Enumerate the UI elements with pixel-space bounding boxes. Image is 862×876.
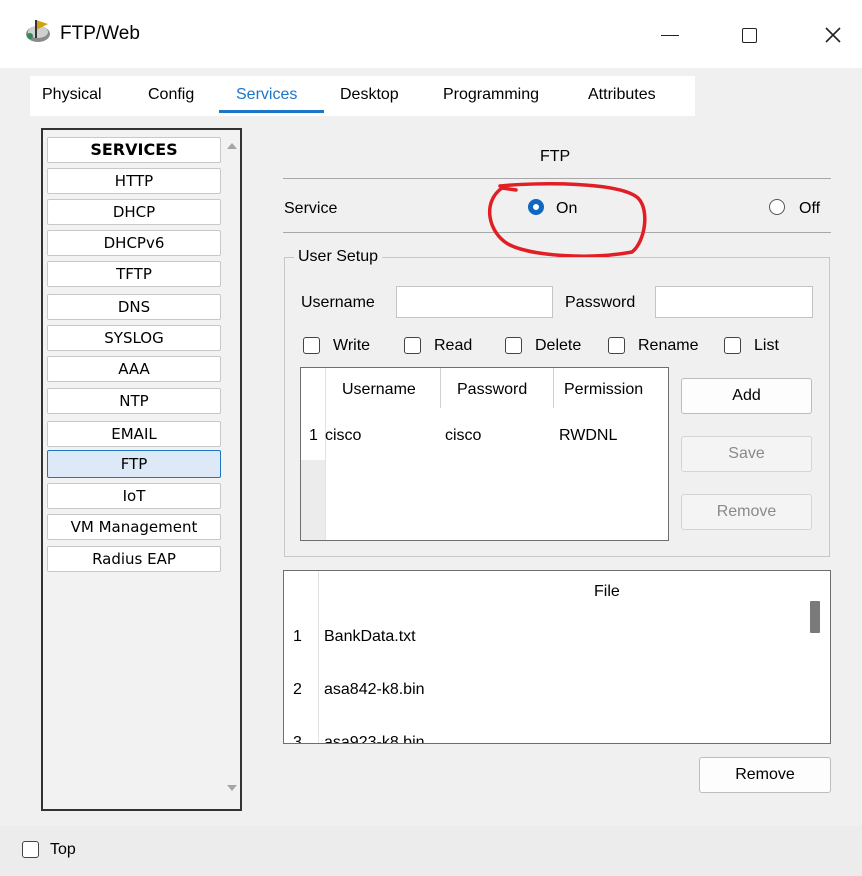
table-row[interactable]: 1 cisco cisco RWDNL <box>309 426 664 450</box>
divider <box>553 368 554 408</box>
active-tab-indicator <box>219 110 324 113</box>
service-label: Service <box>284 200 338 217</box>
file-row[interactable]: 1 BankData.txt <box>284 626 799 652</box>
tab-services[interactable]: Services <box>236 86 297 104</box>
service-item-iot[interactable]: IoT <box>47 483 221 509</box>
minimize-icon <box>661 34 679 36</box>
services-header: SERVICES <box>47 137 221 163</box>
server-icon <box>26 20 50 42</box>
service-item-http[interactable]: HTTP <box>47 168 221 194</box>
top-checkbox[interactable] <box>22 841 39 858</box>
ftp-heading: FTP <box>540 148 571 165</box>
file-index: 1 <box>293 628 302 645</box>
tab-config[interactable]: Config <box>148 86 194 104</box>
service-item-email[interactable]: EMAIL <box>47 421 221 447</box>
close-icon <box>825 27 841 43</box>
file-list: File 1 BankData.txt 2 asa842-k8.bin 3 as… <box>283 570 831 744</box>
maximize-icon <box>741 27 757 43</box>
service-item-tftp[interactable]: TFTP <box>47 261 221 287</box>
file-name: asa842-k8.bin <box>324 681 425 698</box>
cell-password: cisco <box>445 427 482 444</box>
service-off-radio[interactable] <box>769 199 785 215</box>
service-item-syslog[interactable]: SYSLOG <box>47 325 221 351</box>
annotation-circle <box>487 182 647 258</box>
tab-bar: Physical Config Services Desktop Program… <box>30 76 695 116</box>
row-index: 1 <box>309 427 318 444</box>
window-title: FTP/Web <box>60 23 140 44</box>
minimize-button[interactable] <box>650 18 690 52</box>
footer <box>0 826 862 876</box>
column-header-permission[interactable]: Permission <box>564 381 643 399</box>
divider <box>440 368 441 408</box>
file-index: 3 <box>293 734 302 744</box>
divider <box>318 571 319 743</box>
tab-desktop[interactable]: Desktop <box>340 86 399 104</box>
file-index: 2 <box>293 681 302 698</box>
service-item-aaa[interactable]: AAA <box>47 356 221 382</box>
file-list-scrollbar-thumb[interactable] <box>810 601 820 633</box>
service-off-label: Off <box>799 200 821 217</box>
file-row[interactable]: 2 asa842-k8.bin <box>284 679 799 705</box>
column-header-file[interactable]: File <box>594 583 620 601</box>
user-setup-legend: User Setup <box>294 248 383 266</box>
scroll-up-icon[interactable] <box>224 138 240 154</box>
remove-file-button[interactable]: Remove <box>699 757 831 793</box>
rename-checkbox[interactable] <box>608 337 625 354</box>
service-item-radius-eap[interactable]: Radius EAP <box>47 546 221 572</box>
cell-username: cisco <box>325 427 362 444</box>
service-item-dhcpv6[interactable]: DHCPv6 <box>47 230 221 256</box>
username-label: Username <box>301 294 375 311</box>
delete-label: Delete <box>535 337 582 354</box>
username-input[interactable] <box>396 286 553 318</box>
tab-programming[interactable]: Programming <box>443 86 539 104</box>
maximize-button[interactable] <box>729 18 769 52</box>
tab-attributes[interactable]: Attributes <box>588 86 656 104</box>
divider <box>283 178 831 179</box>
file-name: BankData.txt <box>324 628 416 645</box>
divider <box>325 368 326 540</box>
service-item-ftp[interactable]: FTP <box>47 450 221 478</box>
cell-permission: RWDNL <box>559 427 618 444</box>
top-label: Top <box>50 841 76 858</box>
column-header-password[interactable]: Password <box>457 381 527 399</box>
delete-checkbox[interactable] <box>505 337 522 354</box>
write-checkbox[interactable] <box>303 337 320 354</box>
rename-label: Rename <box>638 337 699 354</box>
list-label: List <box>754 337 779 354</box>
row-header-gutter <box>301 460 325 540</box>
close-button[interactable] <box>813 18 853 52</box>
file-name: asa923-k8.bin <box>324 734 425 744</box>
write-label: Write <box>333 337 371 354</box>
password-input[interactable] <box>655 286 813 318</box>
service-item-vm-management[interactable]: VM Management <box>47 514 221 540</box>
file-row[interactable]: 3 asa923-k8.bin <box>284 732 799 744</box>
add-button[interactable]: Add <box>681 378 812 414</box>
read-label: Read <box>434 337 473 354</box>
save-button[interactable]: Save <box>681 436 812 472</box>
scroll-down-icon[interactable] <box>224 780 240 796</box>
services-scrollbar[interactable] <box>224 132 240 807</box>
list-checkbox[interactable] <box>724 337 741 354</box>
service-item-dns[interactable]: DNS <box>47 294 221 320</box>
service-item-dhcp[interactable]: DHCP <box>47 199 221 225</box>
tab-physical[interactable]: Physical <box>42 86 102 104</box>
remove-user-button[interactable]: Remove <box>681 494 812 530</box>
password-label: Password <box>565 294 636 311</box>
column-header-username[interactable]: Username <box>342 381 416 399</box>
service-item-ntp[interactable]: NTP <box>47 388 221 414</box>
read-checkbox[interactable] <box>404 337 421 354</box>
